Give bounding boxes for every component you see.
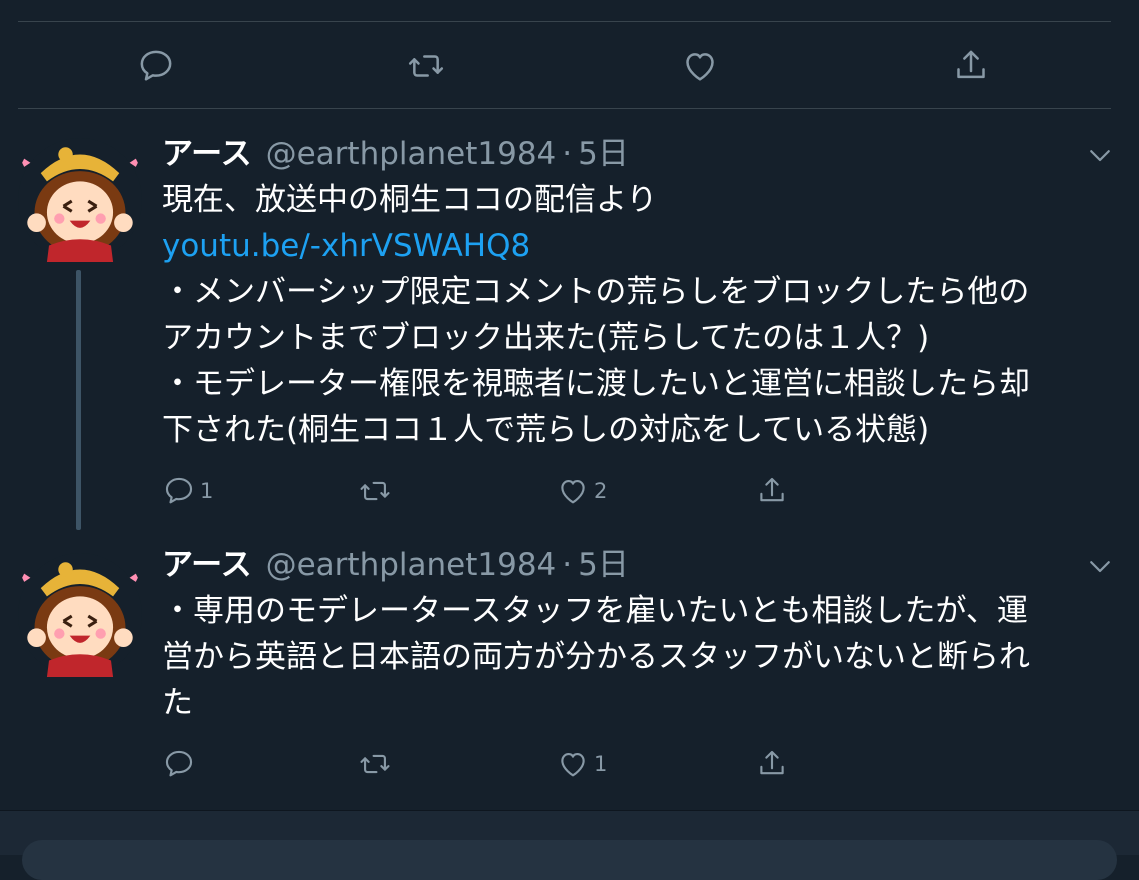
reply-icon [140, 50, 172, 81]
display-name[interactable]: アース [162, 545, 252, 585]
tweet-line: ・モデレーター権限を視聴者に渡したいと運営に相談したら却 [162, 366, 1030, 402]
retweet-button[interactable] [358, 747, 396, 781]
heart-icon [561, 480, 585, 504]
top-divider [18, 21, 1111, 22]
retweet-button[interactable] [406, 46, 446, 86]
retweet-button[interactable] [358, 474, 396, 508]
reply-compose-field[interactable] [22, 840, 1117, 880]
avatar[interactable] [18, 553, 142, 677]
tweet-line: アカウントまでブロック出来た(荒らしてたのは１人？) [162, 320, 930, 356]
retweet-icon [360, 754, 390, 774]
retweet-icon [408, 55, 444, 77]
tweet-link[interactable]: youtu.be/-xhrVSWAHQ8 [162, 223, 1122, 269]
timestamp[interactable]: 5日 [578, 545, 629, 585]
share-button[interactable] [755, 747, 789, 781]
share-icon [957, 50, 985, 79]
like-count: 2 [594, 479, 608, 503]
share-icon [760, 750, 784, 775]
tweet-line: 現在、放送中の桐生ココの配信より [162, 182, 658, 218]
tweet-line: 営から英語と日本語の両方が分かるスタッフがいないと断られ [162, 639, 1030, 675]
tweet[interactable]: アース @earthplanet1984 · 5日 ・専用のモデレータースタッフ… [0, 545, 1139, 795]
reply-icon [165, 750, 193, 777]
thread-line [76, 270, 81, 530]
tweet-header: アース @earthplanet1984 · 5日 [162, 545, 629, 585]
share-button[interactable] [951, 46, 991, 86]
reply-button[interactable] [162, 747, 200, 781]
tweet-text: 現在、放送中の桐生ココの配信より youtu.be/-xhrVSWAHQ8 ・メ… [162, 177, 1122, 453]
user-handle[interactable]: @earthplanet1984 [266, 545, 557, 585]
reply-button[interactable] [136, 46, 176, 86]
tweet-text: ・専用のモデレータースタッフを雇いたいとも相談したが、運 営から英語と日本語の両… [162, 588, 1122, 726]
tweet-header: アース @earthplanet1984 · 5日 [162, 134, 629, 174]
share-button[interactable] [755, 474, 789, 508]
display-name[interactable]: アース [162, 134, 252, 174]
heart-icon [561, 753, 585, 777]
chevron-down-icon[interactable] [1085, 140, 1115, 170]
reply-icon [165, 477, 193, 504]
like-count: 1 [594, 752, 608, 776]
timestamp[interactable]: 5日 [578, 134, 629, 174]
user-handle[interactable]: @earthplanet1984 [266, 134, 557, 174]
tweet[interactable]: アース @earthplanet1984 · 5日 現在、放送中の桐生ココの配信… [0, 134, 1139, 534]
tweet-line: た [162, 685, 193, 721]
tweet-line: 下された(桐生ココ１人で荒らしの対応をしている状態) [162, 412, 930, 448]
avatar[interactable] [18, 138, 142, 262]
tweet-line: ・メンバーシップ限定コメントの荒らしをブロックしたら他の [162, 274, 1030, 310]
like-button[interactable]: 1 [556, 747, 607, 781]
chevron-down-icon[interactable] [1085, 551, 1115, 581]
like-button[interactable]: 2 [556, 474, 607, 508]
heart-icon [686, 53, 714, 81]
retweet-icon [360, 481, 390, 501]
like-button[interactable] [680, 46, 720, 86]
reply-button[interactable]: 1 [162, 474, 213, 508]
tweet-line: ・専用のモデレータースタッフを雇いたいとも相談したが、運 [162, 593, 1028, 629]
separator: · [562, 547, 573, 583]
section-divider [18, 108, 1111, 109]
reply-count: 1 [200, 479, 214, 503]
separator: · [562, 136, 573, 172]
share-icon [760, 477, 784, 502]
